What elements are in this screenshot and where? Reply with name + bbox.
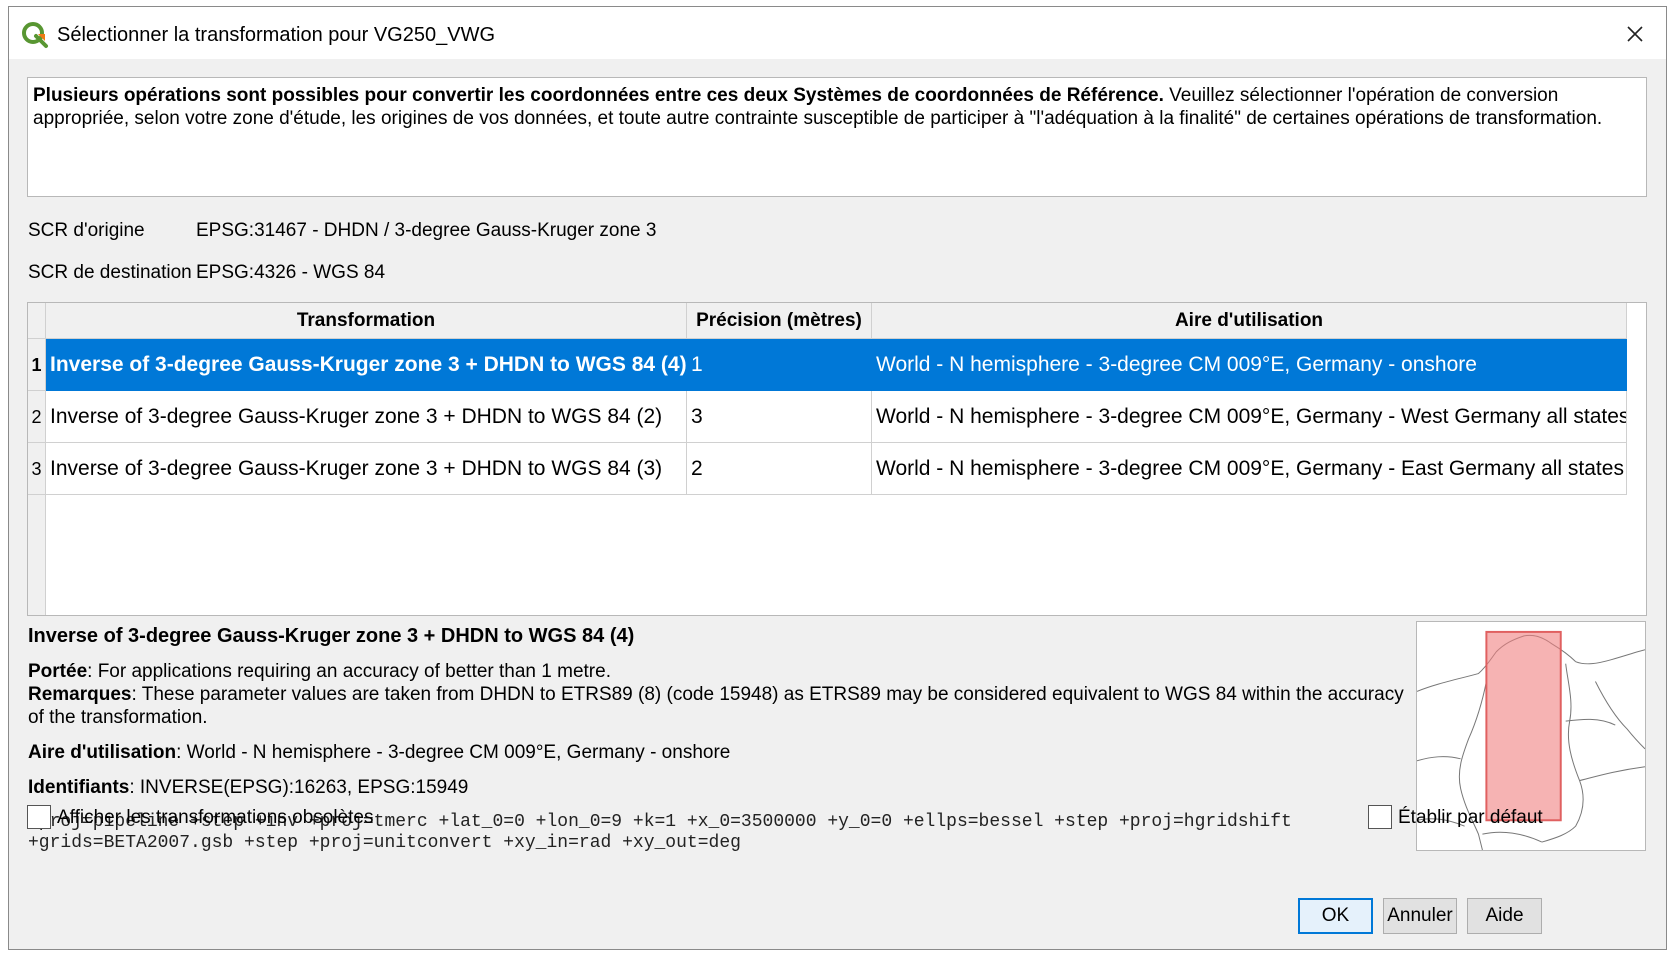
row-number: 2	[28, 391, 46, 443]
remarks-label: Remarques	[28, 684, 132, 705]
source-crs-value: EPSG:31467 - DHDN / 3-degree Gauss-Kruge…	[196, 220, 657, 241]
cell-transformation: Inverse of 3-degree Gauss-Kruger zone 3 …	[46, 443, 687, 495]
area-of-use-extent	[1485, 630, 1562, 822]
identifiers-label: Identifiants	[28, 777, 130, 798]
help-button[interactable]: Aide	[1467, 898, 1542, 934]
show-deprecated-checkbox[interactable]	[27, 805, 51, 829]
row-number: 3	[28, 443, 46, 495]
proj-line-2: +grids=BETA2007.gsb +step +proj=unitconv…	[28, 833, 741, 853]
cell-precision: 1	[687, 339, 872, 391]
cell-precision: 3	[687, 391, 872, 443]
header-filler	[1627, 303, 1646, 339]
details-identifiers: Identifiants: INVERSE(EPSG):16263, EPSG:…	[28, 776, 1408, 799]
scope-label: Portée	[28, 661, 88, 682]
ok-button[interactable]: OK	[1298, 898, 1373, 934]
details-area: Aire d'utilisation: World - N hemisphere…	[28, 741, 1408, 764]
dest-crs-value: EPSG:4326 - WGS 84	[196, 262, 386, 283]
details-remarks: Remarques: These parameter values are ta…	[28, 683, 1408, 729]
table-row[interactable]: 2 Inverse of 3-degree Gauss-Kruger zone …	[28, 391, 1627, 443]
scope-value: : For applications requiring an accuracy…	[87, 661, 611, 682]
column-header-precision[interactable]: Précision (mètres)	[687, 303, 872, 339]
dest-crs-label: SCR de destination	[28, 262, 192, 283]
show-deprecated-label[interactable]: Afficher les transformations obsolètes	[57, 807, 373, 829]
area-label: Aire d'utilisation	[28, 742, 177, 763]
table-row[interactable]: 1 Inverse of 3-degree Gauss-Kruger zone …	[28, 339, 1627, 391]
table-corner	[28, 303, 46, 339]
close-icon[interactable]	[1618, 17, 1652, 51]
details-scope: Portée: For applications requiring an ac…	[28, 660, 1408, 683]
remarks-value: : These parameter values are taken from …	[28, 684, 1404, 728]
row-number: 1	[28, 339, 46, 391]
table-row[interactable]: 3 Inverse of 3-degree Gauss-Kruger zone …	[28, 443, 1627, 495]
details-title: Inverse of 3-degree Gauss-Kruger zone 3 …	[28, 625, 635, 647]
area-value: : World - N hemisphere - 3-degree CM 009…	[176, 742, 731, 763]
column-header-transformation[interactable]: Transformation	[46, 303, 687, 339]
cell-transformation: Inverse of 3-degree Gauss-Kruger zone 3 …	[46, 391, 687, 443]
title-bar: Sélectionner la transformation pour VG25…	[9, 7, 1666, 59]
cancel-button[interactable]: Annuler	[1383, 898, 1457, 934]
set-default-label[interactable]: Établir par défaut	[1398, 807, 1543, 829]
info-message: Plusieurs opérations sont possibles pour…	[27, 77, 1647, 197]
transformation-table[interactable]: Transformation Précision (mètres) Aire d…	[27, 302, 1647, 616]
cell-area: World - N hemisphere - 3-degree CM 009°E…	[872, 443, 1627, 495]
cell-area: World - N hemisphere - 3-degree CM 009°E…	[872, 391, 1627, 443]
set-default-checkbox[interactable]	[1368, 805, 1392, 829]
transformation-dialog: Sélectionner la transformation pour VG25…	[8, 6, 1667, 950]
column-header-area[interactable]: Aire d'utilisation	[872, 303, 1627, 339]
identifiers-value: : INVERSE(EPSG):16263, EPSG:15949	[129, 777, 469, 798]
cell-transformation: Inverse of 3-degree Gauss-Kruger zone 3 …	[46, 339, 687, 391]
info-bold-text: Plusieurs opérations sont possibles pour…	[33, 85, 1164, 106]
qgis-logo-icon	[22, 22, 48, 48]
cell-area: World - N hemisphere - 3-degree CM 009°E…	[872, 339, 1627, 391]
source-crs-label: SCR d'origine	[28, 220, 145, 241]
cell-precision: 2	[687, 443, 872, 495]
window-title: Sélectionner la transformation pour VG25…	[57, 24, 495, 46]
